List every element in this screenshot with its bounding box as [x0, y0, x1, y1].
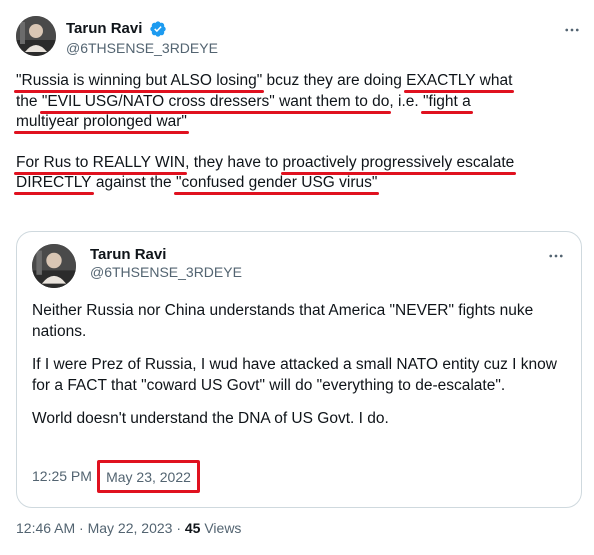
text-segment: the [16, 92, 42, 110]
author-handle[interactable]: @6THSENSE_3RDEYE [66, 40, 218, 56]
text-line: "Russia is winning but ALSO losing" bcuz… [16, 71, 582, 92]
tweet-text: "Russia is winning but ALSO losing" bcuz… [16, 71, 582, 194]
more-options-icon [549, 254, 563, 258]
underlined-phrase: "confused gender USG virus" [175, 174, 378, 191]
tweet: Tarun Ravi @6THSENSE_3RDEYE "Russia is w… [0, 0, 594, 555]
quoted-author-avatar[interactable] [32, 244, 76, 288]
underlined-phrase: DIRECTLY [16, 174, 92, 191]
tweet-meta: 12:46 AM · May 22, 2023 · 45 Views [16, 520, 241, 536]
author-name[interactable]: Tarun Ravi [66, 20, 142, 37]
text-segment: against the [91, 174, 176, 191]
text-segment: , i.e. [389, 92, 424, 110]
quoted-author-name[interactable]: Tarun Ravi [90, 246, 166, 263]
text-line: the "EVIL USG/NATO cross dressers" want … [16, 92, 582, 113]
more-options-button[interactable] [560, 18, 584, 42]
views-count[interactable]: 45 [185, 520, 201, 536]
views-label: Views [200, 520, 242, 536]
underlined-phrase: EXACTLY what [406, 72, 513, 89]
quoted-tweet-date[interactable]: May 23, 2022 [97, 460, 200, 493]
text-line: multiyear prolonged war" [16, 112, 582, 133]
more-options-icon [565, 28, 579, 32]
underlined-phrase: "EVIL USG/NATO cross dressers" want them… [41, 92, 390, 110]
underlined-phrase: proactively progressively escalate [282, 153, 515, 171]
profile-photo-icon [16, 16, 56, 56]
quoted-paragraph: If I were Prez of Russia, I wud have att… [32, 356, 557, 394]
verified-badge-icon [149, 20, 167, 38]
text-line: DIRECTLY against the "confused gender US… [16, 173, 582, 194]
text-segment: , they have to [185, 153, 283, 171]
text-line: For Rus to REALLY WIN, they have to proa… [16, 153, 582, 174]
underlined-phrase: "Russia is winning but ALSO losing" [16, 72, 263, 89]
quoted-author-handle[interactable]: @6THSENSE_3RDEYE [90, 264, 242, 280]
quoted-more-options-button[interactable] [544, 244, 568, 268]
text-segment: bcuz they are doing [262, 72, 407, 89]
quoted-paragraph: Neither Russia nor China understands tha… [32, 302, 534, 340]
quoted-tweet-time[interactable]: 12:25 PM [32, 468, 92, 484]
underlined-phrase: "fight a [423, 92, 471, 110]
author-avatar[interactable] [16, 16, 56, 56]
profile-photo-icon [32, 244, 76, 288]
underlined-phrase: For Rus to REALLY WIN [16, 153, 186, 171]
tweet-timestamp[interactable]: 12:46 AM · May 22, 2023 · [16, 520, 185, 536]
quoted-tweet-text: Neither Russia nor China understands tha… [32, 300, 567, 441]
underlined-phrase: multiyear prolonged war" [16, 113, 187, 130]
quoted-paragraph: World doesn't understand the DNA of US G… [32, 410, 389, 427]
